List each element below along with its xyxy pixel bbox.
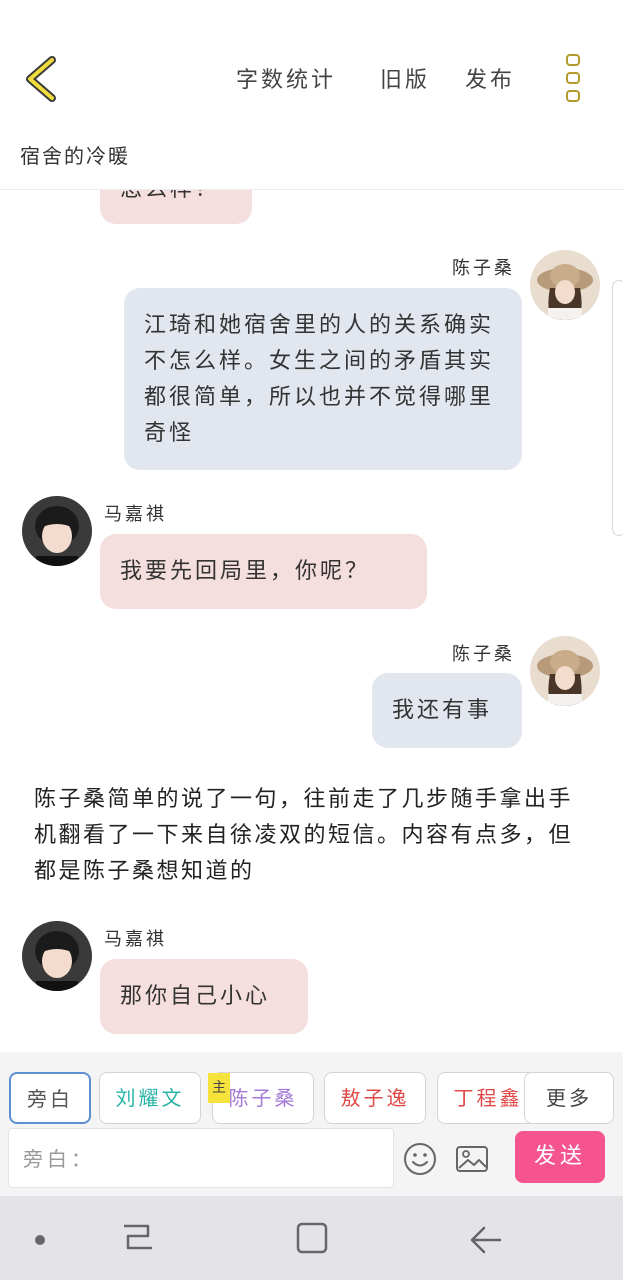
speaker-name: 马嘉祺 — [104, 929, 167, 950]
dot-icon — [35, 1235, 45, 1245]
role-chip-liu-yaowen[interactable]: 刘耀文 — [99, 1072, 201, 1124]
role-label: 刘耀文 — [115, 1086, 185, 1110]
message-text: 我要先回局里，你呢？ — [120, 559, 371, 584]
more-roles-button[interactable]: 更多 — [524, 1072, 614, 1124]
avatar-girl-image — [530, 636, 600, 706]
avatar-girl-image — [530, 250, 600, 320]
role-label: 丁程鑫 — [453, 1086, 523, 1110]
message-bubble: 那你自己小心 — [100, 959, 308, 1034]
speaker-name: 马嘉祺 — [104, 504, 167, 525]
composer: 旁白： 发送 — [0, 1124, 623, 1196]
back-arrow-icon — [470, 1226, 502, 1254]
speaker-name: 陈子桑 — [452, 258, 515, 279]
page-title: 宿舍的冷暖 — [20, 144, 130, 168]
message-text: 江琦和她宿舍里的人的关系确实不怎么样。女生之间的矛盾其实都很简单，所以也并不觉得… — [144, 313, 495, 446]
emoji-icon — [404, 1143, 436, 1175]
role-label: 旁白 — [27, 1087, 73, 1111]
role-label: 更多 — [546, 1086, 592, 1110]
message-input[interactable]: 旁白： — [8, 1128, 394, 1188]
back-button[interactable] — [20, 54, 64, 104]
role-label: 敖子逸 — [340, 1086, 410, 1110]
emoji-button[interactable] — [403, 1142, 437, 1176]
back-nav-button[interactable] — [466, 1218, 506, 1258]
recents-icon — [124, 1224, 152, 1250]
send-button[interactable]: 发送 — [515, 1131, 605, 1183]
avatar-boy-image — [22, 921, 92, 991]
old-version-button[interactable]: 旧版 — [380, 62, 430, 94]
image-icon — [456, 1146, 488, 1172]
message-text: 我还有事 — [392, 698, 493, 723]
home-icon — [296, 1222, 328, 1254]
narration-text: 陈子桑简单的说了一句，往前走了几步随手拿出手机翻看了一下来自徐凌双的短信。内容有… — [34, 787, 574, 884]
avatar[interactable] — [530, 636, 600, 706]
recents-button[interactable] — [118, 1218, 158, 1258]
role-chip-ao-ziyi[interactable]: 敖子逸 — [324, 1072, 426, 1124]
app-header: 字数统计 旧版 发布 宿舍的冷暖 — [0, 0, 623, 190]
message-bubble: 江琦和她宿舍里的人的关系确实不怎么样。女生之间的矛盾其实都很简单，所以也并不觉得… — [124, 288, 522, 470]
role-selector-bar: 旁白 刘耀文 陈子桑 敖子逸 丁程鑫 更多 — [0, 1052, 623, 1124]
home-button[interactable] — [292, 1218, 332, 1258]
scrollbar[interactable] — [612, 280, 623, 536]
avatar-boy-image — [22, 496, 92, 566]
system-navigation-bar — [0, 1196, 623, 1280]
message-text: 那你自己小心 — [120, 984, 271, 1009]
word-count-button[interactable]: 字数统计 — [236, 62, 336, 94]
vertical-menu-icon[interactable] — [563, 54, 583, 104]
avatar[interactable] — [530, 250, 600, 320]
message-bubble: 我还有事 — [372, 673, 522, 748]
role-chip-narrator[interactable]: 旁白 — [9, 1072, 91, 1124]
speaker-name: 陈子桑 — [452, 644, 515, 665]
avatar[interactable] — [22, 496, 92, 566]
nav-dot-button[interactable] — [20, 1218, 60, 1258]
chevron-left-icon — [26, 56, 56, 102]
main-role-badge: 主 — [208, 1073, 230, 1103]
role-label: 陈子桑 — [228, 1086, 298, 1110]
send-label: 发送 — [533, 1144, 586, 1169]
avatar[interactable] — [22, 921, 92, 991]
input-placeholder: 旁白： — [23, 1147, 95, 1171]
image-button[interactable] — [455, 1142, 489, 1176]
publish-button[interactable]: 发布 — [465, 62, 515, 94]
message-bubble: 我要先回局里，你呢？ — [100, 534, 427, 609]
